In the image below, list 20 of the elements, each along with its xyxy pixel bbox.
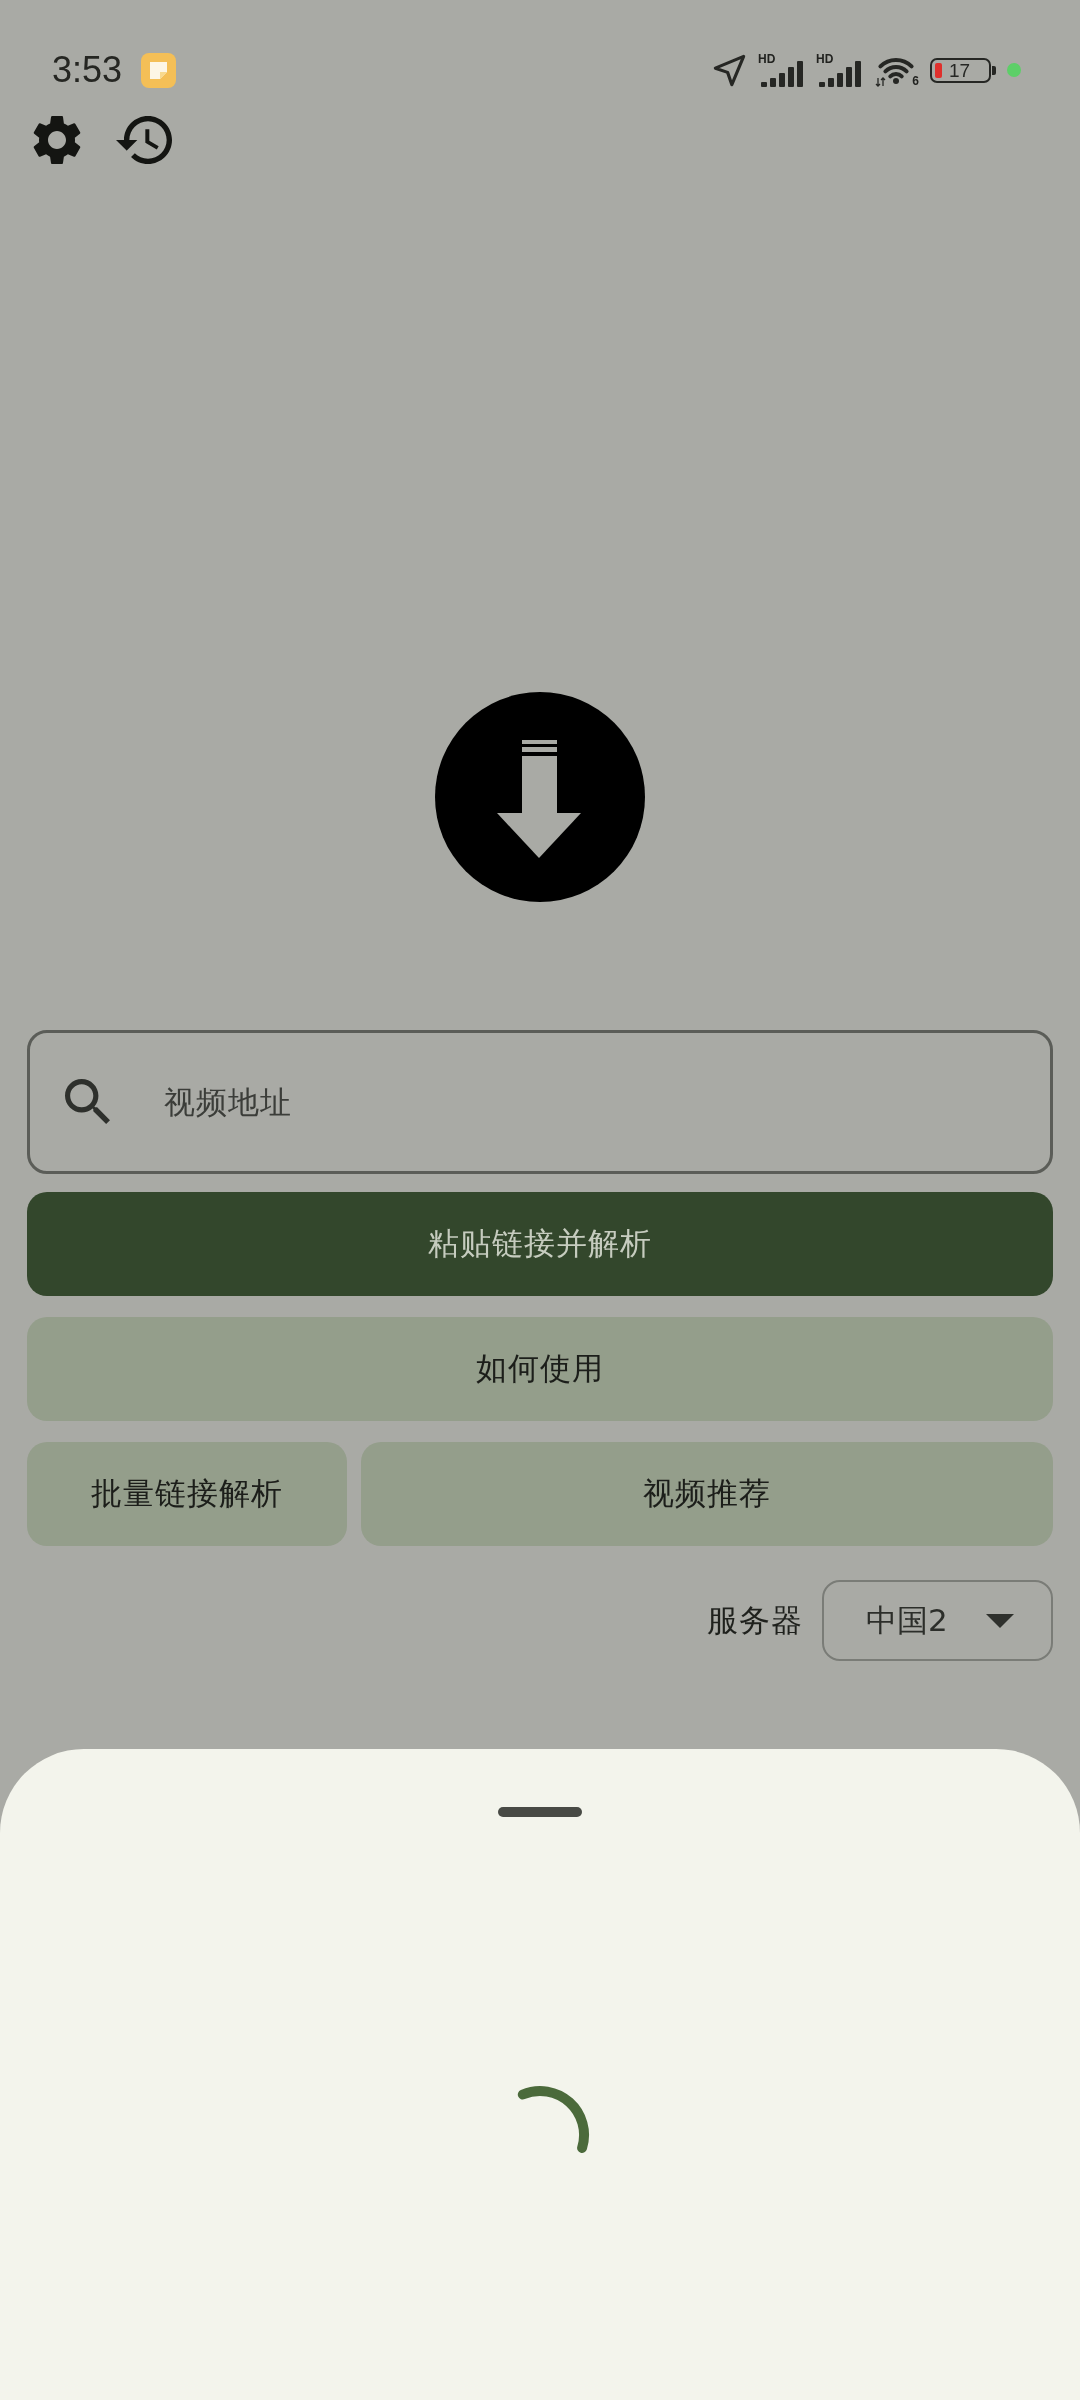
secondary-action-button[interactable]: 批量链接解析 [27,1442,347,1546]
search-field[interactable]: 视频地址 [27,1030,1053,1174]
caret-icon [986,1613,1014,1628]
search-icon [65,1079,110,1124]
server-label: 服务器 [707,1600,803,1640]
history-icon[interactable] [116,116,172,164]
status-dot [1007,63,1021,77]
settings-icon[interactable] [33,115,81,165]
status-time: 3:53 [52,52,123,88]
network-type-label: HD [816,52,834,65]
secondary-action-button[interactable]: 视频推荐 [361,1442,1053,1546]
notification-icon [141,52,177,88]
secondary-action-button[interactable]: 如何使用 [27,1317,1053,1421]
server-dropdown[interactable]: 中国2 [822,1580,1053,1661]
primary-action-button[interactable]: 粘贴链接并解析 [27,1192,1053,1296]
drag-handle[interactable] [498,1807,582,1817]
network-type-label: HD [758,52,776,65]
download-icon [435,692,645,902]
location-arrow-icon [712,53,747,87]
wifi-generation-label: 6 [912,74,919,87]
